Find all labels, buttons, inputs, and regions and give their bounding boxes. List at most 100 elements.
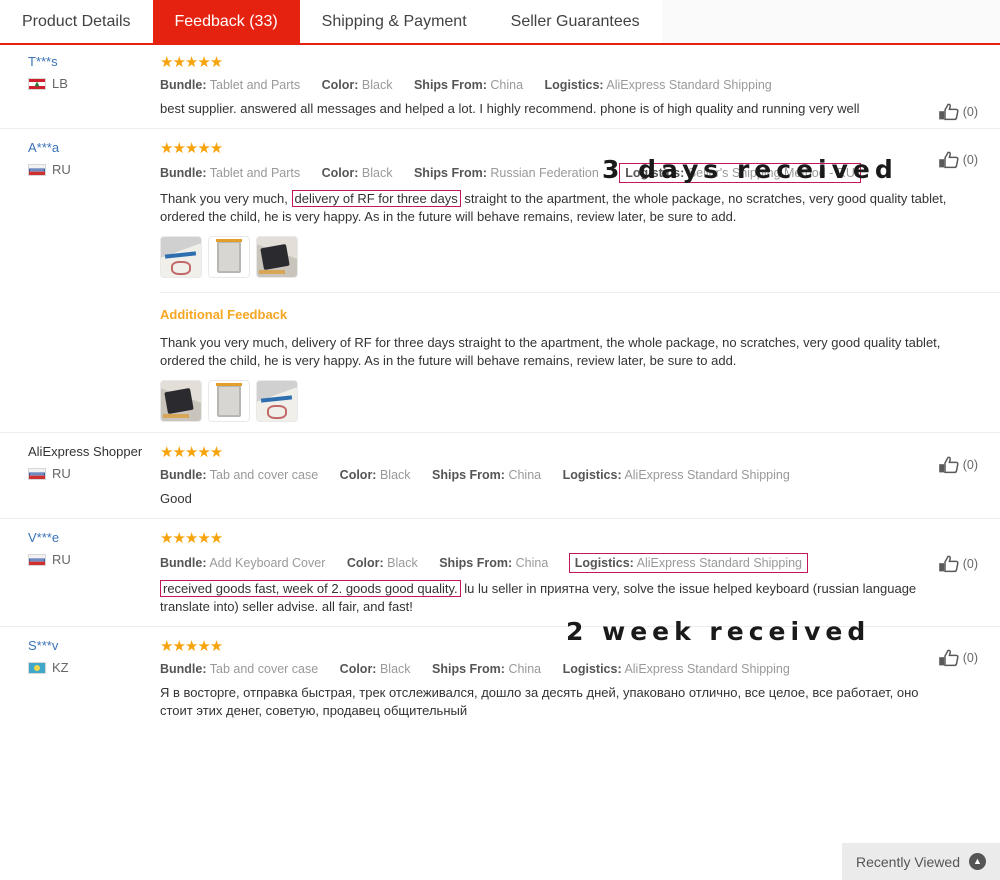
product-tab-bar: Product Details Feedback (33) Shipping &… bbox=[0, 0, 1000, 45]
attr-logistics-key: Logistics: bbox=[625, 166, 685, 180]
attr-bundle-key: Bundle: bbox=[160, 662, 207, 676]
review-user-block: V***e RU bbox=[0, 531, 160, 616]
review-country: RU bbox=[28, 553, 160, 567]
attr-ships-from-value: China bbox=[508, 468, 542, 482]
attr-ships-from-value: China bbox=[515, 556, 549, 570]
rating-stars: ★★★★★ bbox=[160, 530, 223, 547]
country-code: RU bbox=[52, 162, 71, 177]
country-code: RU bbox=[52, 552, 71, 567]
review-text: Thank you very much, delivery of RF for … bbox=[160, 190, 950, 226]
attr-color-key: Color: bbox=[321, 78, 359, 92]
attr-color-key: Color: bbox=[339, 468, 377, 482]
feedback-list: (0) T***s LB ★★★★★ Bundle: Tablet and Pa… bbox=[0, 45, 1000, 730]
review-photo-thumbnail[interactable] bbox=[256, 380, 298, 422]
country-code: KZ bbox=[52, 660, 69, 675]
attr-ships-from-key: Ships From: bbox=[439, 556, 513, 570]
review-photo-thumbnail[interactable] bbox=[160, 380, 202, 422]
attr-ships-from-key: Ships From: bbox=[413, 78, 487, 92]
attr-bundle: Bundle: Tab and cover case bbox=[160, 467, 318, 483]
review-user-block: S***v KZ bbox=[0, 639, 160, 720]
attr-color-value: Black bbox=[387, 556, 418, 570]
review-user-name[interactable]: A***a bbox=[28, 141, 160, 155]
attr-color-key: Color: bbox=[321, 166, 359, 180]
attr-color-value: Black bbox=[361, 78, 393, 92]
attr-bundle-key: Bundle: bbox=[160, 166, 207, 180]
attr-color: Color: Black bbox=[322, 165, 393, 181]
attr-color-value: Black bbox=[379, 468, 411, 482]
tab-shipping-payment[interactable]: Shipping & Payment bbox=[299, 0, 489, 43]
flag-ru-icon bbox=[28, 468, 46, 480]
attr-logistics-key: Logistics: bbox=[574, 556, 634, 570]
review-text-highlight: delivery of RF for three days bbox=[291, 190, 461, 207]
review-item: (0) AliExpress Shopper RU ★★★★★ Bundle: … bbox=[0, 432, 1000, 518]
review-user-name[interactable]: S***v bbox=[28, 639, 160, 653]
additional-feedback-photos bbox=[160, 380, 980, 422]
rating-stars: ★★★★★ bbox=[160, 444, 223, 461]
review-country: LB bbox=[28, 77, 160, 91]
attr-ships-from: Ships From: Russian Federation bbox=[414, 165, 599, 181]
attr-color-value: Black bbox=[379, 662, 411, 676]
attr-ships-from-key: Ships From: bbox=[432, 662, 505, 676]
review-user-block: T***s LB bbox=[0, 55, 160, 118]
review-text-highlight: received goods fast, week of 2. goods go… bbox=[160, 580, 461, 597]
attr-logistics-value: AliExpress Standard Shipping bbox=[624, 468, 790, 482]
additional-feedback-text: Thank you very much, delivery of RF for … bbox=[160, 335, 941, 368]
attr-bundle-value: Tablet and Parts bbox=[209, 166, 301, 180]
attr-logistics-value: Seller's Shipping Method - RU bbox=[687, 166, 855, 180]
review-photo-thumbnail[interactable] bbox=[208, 380, 250, 422]
review-user-name[interactable]: T***s bbox=[28, 55, 160, 69]
attr-ships-from: Ships From: China bbox=[432, 661, 541, 677]
rating-stars: ★★★★★ bbox=[160, 638, 223, 655]
review-country: KZ bbox=[28, 661, 160, 675]
review-user-name: AliExpress Shopper bbox=[28, 444, 143, 459]
attr-logistics-key: Logistics: bbox=[544, 78, 604, 92]
attr-logistics: Logistics: AliExpress Standard Shipping bbox=[545, 77, 772, 93]
attr-color-key: Color: bbox=[346, 556, 384, 570]
attr-logistics-key: Logistics: bbox=[562, 468, 622, 482]
review-attributes: Bundle: Add Keyboard Cover Color: Black … bbox=[160, 553, 980, 573]
review-user-name[interactable]: V***e bbox=[28, 531, 160, 545]
review-country: RU bbox=[28, 163, 160, 177]
flag-lb-icon bbox=[28, 78, 46, 90]
attr-bundle-value: Tablet and Parts bbox=[209, 78, 301, 92]
review-country: RU bbox=[28, 467, 160, 481]
attr-color: Color: Black bbox=[340, 467, 411, 483]
review-photo-thumbnail[interactable] bbox=[160, 236, 202, 278]
attr-ships-from: Ships From: China bbox=[439, 555, 548, 571]
review-text-pre: Thank you very much, bbox=[160, 191, 292, 206]
attr-bundle: Bundle: Add Keyboard Cover bbox=[160, 555, 325, 571]
review-photo-thumbnail[interactable] bbox=[256, 236, 298, 278]
attr-bundle-key: Bundle: bbox=[160, 556, 207, 570]
attr-logistics-value: AliExpress Standard Shipping bbox=[624, 662, 790, 676]
attr-ships-from-key: Ships From: bbox=[432, 468, 505, 482]
tab-product-details[interactable]: Product Details bbox=[0, 0, 153, 43]
additional-feedback-title: Additional Feedback bbox=[160, 307, 288, 322]
country-code: LB bbox=[52, 76, 68, 91]
attr-bundle-key: Bundle: bbox=[160, 468, 207, 482]
attr-logistics-value: AliExpress Standard Shipping bbox=[636, 556, 802, 570]
rating-stars: ★★★★★ bbox=[160, 140, 223, 157]
attr-ships-from: Ships From: China bbox=[414, 77, 523, 93]
tab-feedback[interactable]: Feedback (33) bbox=[152, 0, 300, 43]
flag-kz-icon bbox=[28, 662, 46, 674]
review-attributes: Bundle: Tab and cover case Color: Black … bbox=[160, 661, 980, 677]
attr-bundle: Bundle: Tab and cover case bbox=[160, 661, 318, 677]
review-attributes: Bundle: Tablet and Parts Color: Black Sh… bbox=[160, 163, 980, 183]
country-code: RU bbox=[52, 466, 71, 481]
review-item: (0) S***v KZ ★★★★★ Bundle: Tab and cover… bbox=[0, 626, 1000, 730]
attr-color-value: Black bbox=[361, 166, 393, 180]
attr-ships-from-value: Russian Federation bbox=[490, 166, 599, 180]
review-text: Good bbox=[160, 491, 192, 506]
attr-color: Color: Black bbox=[340, 661, 411, 677]
attr-bundle: Bundle: Tablet and Parts bbox=[160, 165, 300, 181]
review-user-block: A***a RU bbox=[0, 141, 160, 278]
attr-ships-from-value: China bbox=[508, 662, 542, 676]
recently-viewed-button[interactable]: Recently Viewed ▲ bbox=[841, 843, 1000, 880]
recently-viewed-label: Recently Viewed bbox=[855, 853, 960, 870]
tab-seller-guarantees[interactable]: Seller Guarantees bbox=[488, 0, 662, 43]
chevron-up-icon: ▲ bbox=[969, 853, 986, 870]
review-photo-thumbnail[interactable] bbox=[208, 236, 250, 278]
attr-ships-from: Ships From: China bbox=[432, 467, 541, 483]
review-attributes: Bundle: Tablet and Parts Color: Black Sh… bbox=[160, 77, 980, 93]
review-text: Я в восторге, отправка быстрая, трек отс… bbox=[160, 685, 919, 718]
